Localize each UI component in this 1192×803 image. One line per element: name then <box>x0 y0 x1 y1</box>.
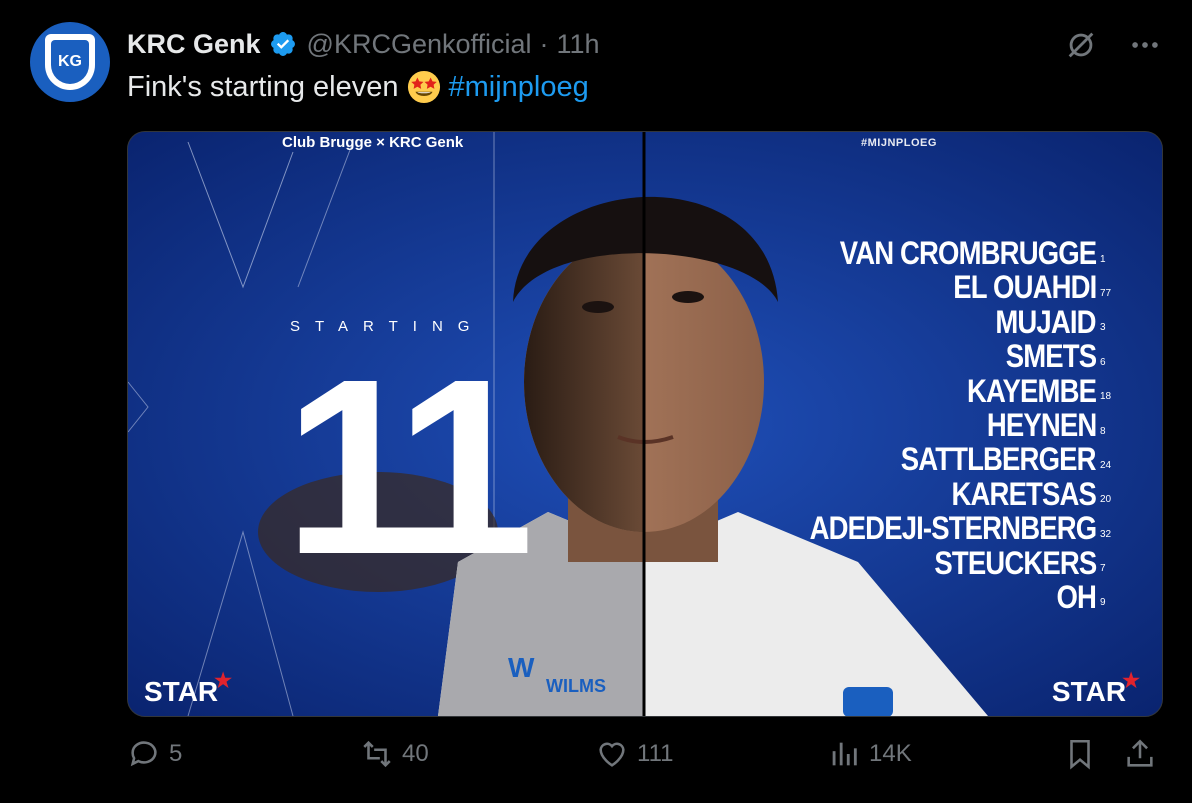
views-icon <box>832 742 857 766</box>
author-name[interactable]: KRC Genk <box>127 29 261 60</box>
lineup-player: KAYEMBE 18 <box>966 372 1112 409</box>
author-handle[interactable]: @KRCGenkofficial <box>307 29 532 60</box>
lineup-player: STEUCKERS 7 <box>934 544 1106 581</box>
sponsor-logo-right: STAR★ <box>1051 670 1140 707</box>
more-icon[interactable] <box>1128 28 1162 62</box>
club-crest-icon: KG <box>45 34 95 90</box>
lineup-player: KARETSAS 20 <box>951 475 1112 512</box>
lineup-player: OH 9 <box>1056 578 1106 615</box>
like-icon <box>599 742 625 767</box>
media-hashtag: #MIJNPLOEG <box>861 137 937 149</box>
verified-badge-icon <box>270 32 295 56</box>
star-struck-emoji-icon <box>407 70 440 104</box>
lineup-player: VAN CROMBRUGGE 1 <box>839 235 1106 271</box>
share-icon <box>1127 739 1153 767</box>
reply-count: 5 <box>169 740 183 767</box>
svg-text:WILMS: WILMS <box>546 676 606 696</box>
reply-button[interactable]: 5 <box>127 737 182 771</box>
views-button[interactable]: 14K <box>827 737 912 771</box>
like-count: 111 <box>637 740 674 767</box>
separator-dot: · <box>539 28 549 59</box>
reply-icon <box>130 741 157 767</box>
like-button[interactable]: 111 <box>595 737 673 771</box>
lineup-player: EL OUAHDI 77 <box>952 269 1112 306</box>
timestamp[interactable]: 11h <box>557 29 600 60</box>
avatar[interactable]: KG <box>30 22 110 102</box>
tweet-header: KRC Genk @KRCGenkofficial · 11h <box>127 27 600 61</box>
lineup-list: VAN CROMBRUGGE 1 EL OUAHDI 77 MUJAID 3 SMET… <box>763 235 1116 615</box>
sponsor-logo-left: STAR★ <box>144 670 233 707</box>
grok-icon[interactable] <box>1064 28 1098 62</box>
tweet-body: Fink's starting eleven <box>127 70 399 103</box>
bookmark-icon <box>1070 739 1090 770</box>
svg-text:W: W <box>508 652 535 683</box>
action-bar: 5 40 111 14K <box>127 737 1161 787</box>
view-count: 14K <box>869 740 912 767</box>
hashtag-link[interactable]: #mijnploeg <box>449 71 589 104</box>
lineup-player: MUJAID 3 <box>995 303 1106 340</box>
share-button[interactable] <box>1123 737 1165 771</box>
lineup-player: HEYNEN 8 <box>986 406 1106 443</box>
match-title: Club Brugge × KRC Genk <box>282 134 464 151</box>
lineup-player: ADEDEJI-STERNBERG 32 <box>809 510 1112 547</box>
bookmark-button[interactable] <box>1063 737 1105 771</box>
lineup-player: SMETS 6 <box>1005 338 1106 375</box>
repost-count: 40 <box>402 740 429 767</box>
repost-button[interactable]: 40 <box>360 737 429 771</box>
repost-icon <box>363 740 391 768</box>
lineup-player: SATTLBERGER 24 <box>901 441 1112 478</box>
top-actions <box>1064 28 1162 62</box>
tweet-text: Fink's starting eleven #mijnploeg <box>127 70 589 104</box>
eleven-number: 11 <box>284 327 534 606</box>
tweet-media-image[interactable]: W WILMS Club Brugge × KRC Genk #MIJNPLOE… <box>127 131 1163 717</box>
